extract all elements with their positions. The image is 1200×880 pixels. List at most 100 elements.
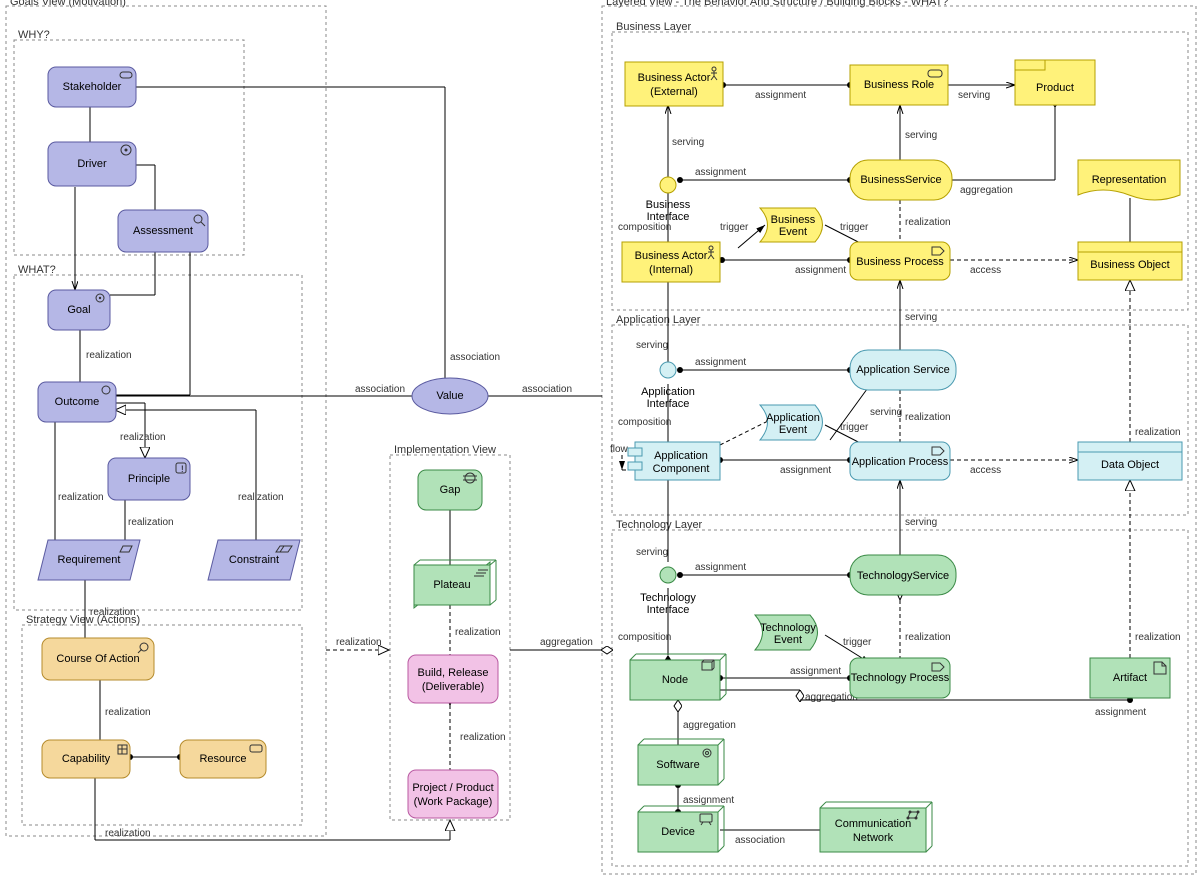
svg-text:Software: Software — [656, 759, 699, 771]
svg-text:Outcome: Outcome — [55, 396, 100, 408]
node-representation: Representation — [1078, 160, 1180, 200]
svg-text:Course Of Action: Course Of Action — [56, 653, 139, 665]
svg-text:realization: realization — [905, 412, 951, 423]
svg-text:Technology Process: Technology Process — [851, 672, 950, 684]
svg-text:Data Object: Data Object — [1101, 459, 1159, 471]
svg-text:realization: realization — [86, 350, 132, 361]
svg-text:association: association — [735, 835, 785, 846]
svg-text:TechnologyService: TechnologyService — [857, 570, 949, 582]
svg-text:assignment: assignment — [755, 90, 806, 101]
group-goals-label: Goals View (Motivation) — [10, 0, 126, 8]
node-business-interface: Business Interface — [646, 177, 691, 223]
svg-text:trigger: trigger — [843, 637, 872, 648]
node-business-actor-int: Business Actor (Internal) — [622, 242, 720, 282]
svg-text:realization: realization — [336, 637, 382, 648]
svg-text:association: association — [522, 384, 572, 395]
svg-text:Component: Component — [653, 463, 710, 475]
node-outcome: Outcome — [38, 382, 116, 422]
svg-text:Communication: Communication — [835, 818, 911, 830]
svg-text:access: access — [970, 465, 1001, 476]
svg-text:realization: realization — [905, 632, 951, 643]
svg-text:Artifact: Artifact — [1113, 672, 1147, 684]
svg-text:Application: Application — [641, 386, 695, 398]
node-constraint: Constraint — [208, 540, 300, 580]
svg-text:composition: composition — [618, 417, 671, 428]
node-application-process: Application Process — [850, 442, 950, 480]
svg-text:Assessment: Assessment — [133, 225, 193, 237]
svg-text:Application Service: Application Service — [856, 364, 950, 376]
svg-text:assignment: assignment — [695, 357, 746, 368]
node-data-object: Data Object — [1078, 442, 1182, 480]
node-assessment: Assessment — [118, 210, 208, 252]
node-business-actor-ext: Business Actor (External) — [625, 62, 723, 106]
svg-text:aggregation: aggregation — [960, 185, 1013, 196]
node-gap: Gap — [418, 470, 482, 510]
node-technology-process: Technology Process — [850, 658, 950, 698]
svg-text:realization: realization — [58, 492, 104, 503]
svg-text:Interface: Interface — [647, 604, 690, 616]
svg-text:Business Process: Business Process — [856, 256, 944, 268]
group-technology-label: Technology Layer — [616, 519, 703, 531]
svg-text:Business Actor: Business Actor — [635, 250, 708, 262]
group-business-label: Business Layer — [616, 21, 692, 33]
svg-text:Technology: Technology — [760, 622, 816, 634]
node-technology-interface: Technology Interface — [640, 567, 696, 616]
node-communication-network: Communication Network — [820, 802, 932, 852]
svg-text:Capability: Capability — [62, 753, 111, 765]
node-application-interface: Application Interface — [641, 362, 695, 410]
svg-text:Requirement: Requirement — [58, 554, 121, 566]
svg-text:assignment: assignment — [780, 465, 831, 476]
svg-text:realization: realization — [105, 828, 151, 839]
svg-text:Business: Business — [646, 199, 691, 211]
svg-text:assignment: assignment — [795, 265, 846, 276]
svg-text:trigger: trigger — [720, 222, 749, 233]
node-capability: Capability — [42, 740, 130, 778]
svg-text:aggregation: aggregation — [805, 692, 858, 703]
svg-text:flow: flow — [610, 444, 629, 455]
node-application-event: Application Event — [760, 405, 823, 440]
node-business-object: Business Object — [1078, 242, 1182, 280]
svg-text:serving: serving — [636, 547, 668, 558]
svg-text:Goal: Goal — [67, 304, 90, 316]
svg-text:serving: serving — [870, 407, 902, 418]
group-impl-label: Implementation View — [394, 444, 496, 456]
svg-text:(External): (External) — [650, 86, 698, 98]
svg-text:assignment: assignment — [1095, 707, 1146, 718]
svg-text:Event: Event — [774, 634, 802, 646]
svg-text:Value: Value — [436, 390, 463, 402]
node-node: Node — [630, 654, 726, 700]
svg-text:realization: realization — [105, 707, 151, 718]
svg-text:realization: realization — [1135, 427, 1181, 438]
group-layered-label: Layered View - The Behavior And Structur… — [606, 0, 948, 8]
group-what-label: WHAT? — [18, 264, 56, 276]
node-business-event: Business Event — [760, 208, 823, 242]
svg-text:assignment: assignment — [695, 167, 746, 178]
node-device: Device — [638, 806, 724, 852]
svg-text:!: ! — [181, 464, 184, 474]
node-technology-service: TechnologyService — [850, 555, 956, 595]
node-stakeholder: Stakeholder — [48, 67, 136, 107]
node-application-component: Application Component — [628, 442, 720, 480]
svg-text:Event: Event — [779, 424, 807, 436]
svg-text:realization: realization — [120, 432, 166, 443]
node-requirement: Requirement — [38, 540, 140, 580]
node-business-role: Business Role — [850, 65, 948, 105]
node-artifact: Artifact — [1090, 658, 1170, 698]
svg-text:Application: Application — [654, 450, 708, 462]
svg-text:realization: realization — [905, 217, 951, 228]
svg-text:(Internal): (Internal) — [649, 264, 693, 276]
svg-text:Representation: Representation — [1092, 174, 1167, 186]
svg-text:serving: serving — [672, 137, 704, 148]
svg-text:Principle: Principle — [128, 473, 170, 485]
svg-text:realization: realization — [1135, 632, 1181, 643]
node-business-service: BusinessService — [850, 160, 952, 200]
svg-text:composition: composition — [618, 222, 671, 233]
node-application-service: Application Service — [850, 350, 956, 390]
archimate-diagram: Goals View (Motivation) WHY? WHAT? Strat… — [0, 0, 1200, 880]
svg-text:Application: Application — [766, 412, 820, 424]
svg-text:(Work Package): (Work Package) — [414, 796, 493, 808]
svg-text:serving: serving — [905, 517, 937, 528]
node-driver: Driver — [48, 142, 136, 186]
svg-text:Event: Event — [779, 226, 807, 238]
node-business-process: Business Process — [850, 242, 950, 280]
